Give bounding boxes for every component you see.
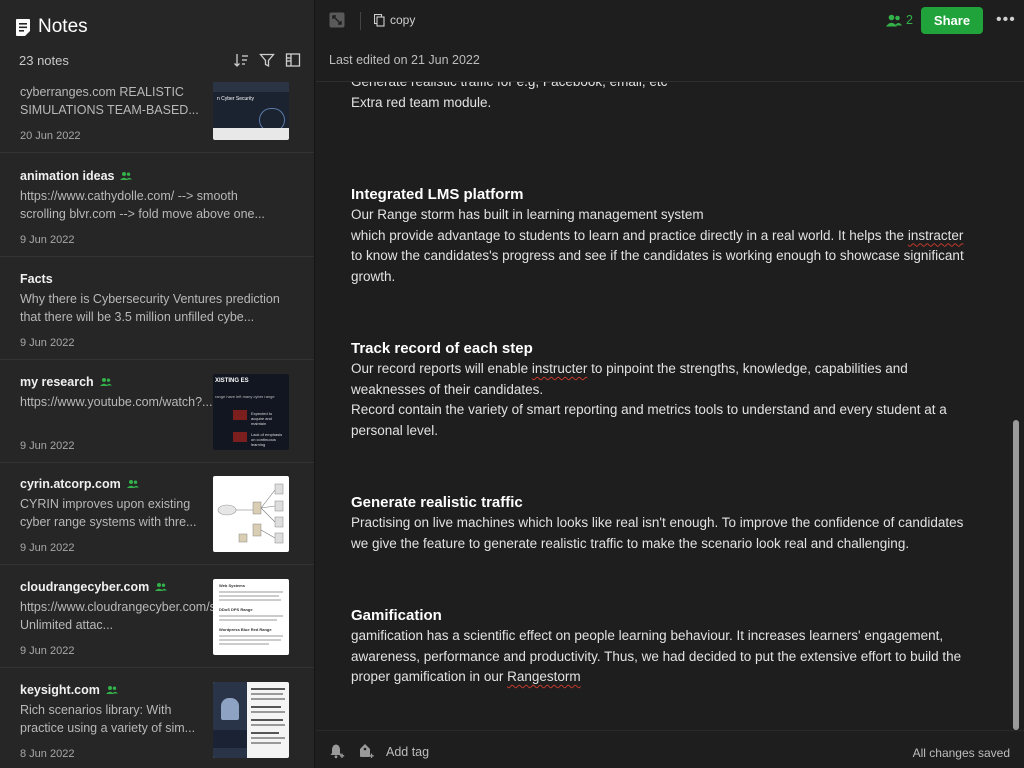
add-tag-button[interactable]: Add tag: [386, 745, 429, 759]
note-date: 9 Jun 2022: [20, 542, 75, 554]
note-title: animation ideas: [20, 169, 115, 183]
section-heading: Integrated LMS platform: [351, 186, 524, 203]
collaborators-button[interactable]: 2: [886, 13, 913, 27]
text-run: gamification has a scientific effect on …: [351, 628, 962, 684]
note-item[interactable]: cyrin.atcorp.com CYRIN improves upon exi…: [0, 462, 314, 565]
paragraph: Extra red team module.: [351, 94, 492, 110]
thumbnail-caption: n Cyber Security: [217, 96, 254, 102]
note-title: Facts: [20, 272, 53, 286]
sidebar-header: Notes 23 notes: [0, 0, 314, 82]
notes-count: 23 notes: [19, 53, 69, 68]
paragraph: Practising on live machines which looks …: [351, 515, 964, 551]
more-options-button[interactable]: •••: [996, 11, 1016, 29]
paragraph: Our record reports will enable instructe…: [351, 359, 976, 400]
misspelled-word: instructer: [531, 361, 588, 376]
shared-users-icon: [126, 480, 139, 488]
note-thumbnail: [213, 682, 289, 758]
sidebar-title: Notes: [38, 16, 88, 37]
note-thumbnail: XISTING ES range have left many cyber ra…: [213, 374, 289, 450]
sort-icon[interactable]: [233, 52, 249, 68]
notes-sidebar: cyberranges.com REALISTIC SIMULATIONS TE…: [0, 0, 315, 768]
editor-toolbar: copy 2 Share •••: [316, 0, 1024, 42]
tag-icon[interactable]: [358, 743, 374, 759]
paragraph: gamification has a scientific effect on …: [351, 626, 976, 688]
note-snippet: https://www.cathydolle.com/ --> smooth s…: [20, 189, 265, 221]
thumbnail-caption: Web Systems: [219, 583, 245, 588]
users-icon: [886, 14, 902, 26]
editor-scrollbar[interactable]: [1013, 420, 1019, 730]
note-snippet: Why there is Cybersecurity Ventures pred…: [20, 292, 280, 324]
paragraph: which provide advantage to students to l…: [351, 226, 976, 288]
note-item[interactable]: my research https://www.youtube.com/watc…: [0, 360, 314, 463]
expand-icon[interactable]: [329, 12, 345, 28]
note-date: 9 Jun 2022: [20, 645, 75, 657]
thumbnail-caption: range have left many cyber range: [215, 394, 275, 399]
note-snippet: Rich scenarios library: With practice us…: [20, 703, 196, 735]
note-editor: copy 2 Share ••• Last edited on 21 Jun 2…: [316, 0, 1024, 768]
thumbnail-caption: Wordpress Blue Red Range: [219, 627, 272, 632]
thumbnail-caption: Expected to acquire and maintain: [251, 411, 273, 426]
note-thumbnail: Web Systems DDoS DPS Range Wordpress Blu…: [213, 579, 289, 655]
note-title: cloudrangecyber.com: [20, 580, 150, 594]
network-diagram-image: [217, 483, 284, 544]
collaborators-count: 2: [906, 13, 913, 27]
reminder-icon[interactable]: [329, 743, 345, 759]
copy-icon: [374, 13, 385, 27]
note-icon: [16, 18, 30, 36]
paragraph: Our Range storm has built in learning ma…: [351, 207, 704, 222]
note-item[interactable]: Facts Why there is Cybersecurity Venture…: [0, 257, 314, 360]
share-button[interactable]: Share: [921, 7, 983, 34]
section-heading: Gamification: [351, 607, 442, 624]
note-snippet: cyberranges.com REALISTIC SIMULATIONS TE…: [20, 85, 199, 117]
note-snippet: https://www.cloudrangecyber.com/scenario…: [20, 600, 264, 632]
note-date: 9 Jun 2022: [20, 234, 75, 246]
text-run: to know the candidates's progress and se…: [351, 248, 964, 284]
misspelled-word: Rangestorm: [507, 669, 581, 684]
layout-icon[interactable]: [285, 52, 301, 68]
note-date: 9 Jun 2022: [20, 440, 75, 452]
text-run: Our record reports will enable: [351, 361, 532, 376]
shared-users-icon: [105, 686, 118, 694]
paragraph: Generate realistic traffic for e.g; Face…: [351, 82, 976, 93]
note-item[interactable]: animation ideas https://www.cathydolle.c…: [0, 154, 314, 257]
section-heading: Generate realistic traffic: [351, 494, 523, 511]
note-snippet: CYRIN improves upon existing cyber range…: [20, 497, 197, 529]
misspelled-word: instracter: [907, 227, 964, 243]
note-thumbnail: [213, 476, 289, 552]
last-edited: Last edited on 21 Jun 2022: [329, 53, 480, 67]
text-run: which provide advantage to students to l…: [351, 227, 908, 243]
note-item[interactable]: keysight.com Rich scenarios library: Wit…: [0, 668, 314, 768]
copy-label: copy: [390, 13, 416, 27]
shared-users-icon: [155, 583, 168, 591]
note-date: 9 Jun 2022: [20, 337, 75, 349]
thumbnail-caption: Lack of emphasis on continuous learning: [251, 432, 283, 447]
note-date: 20 Jun 2022: [20, 130, 81, 142]
thumbnail-caption: XISTING ES: [215, 378, 249, 384]
note-snippet: https://www.youtube.com/watch?...: [20, 395, 213, 409]
note-item[interactable]: cloudrangecyber.com https://www.cloudran…: [0, 565, 314, 668]
shared-users-icon: [99, 378, 112, 386]
editor-footer: Add tag All changes saved: [316, 730, 1024, 768]
filter-icon[interactable]: [259, 52, 275, 68]
copy-button[interactable]: copy: [374, 13, 415, 27]
save-status: All changes saved: [912, 746, 1010, 760]
thumbnail-caption: DDoS DPS Range: [219, 607, 253, 612]
note-content[interactable]: Generate realistic traffic for e.g; Face…: [316, 82, 1024, 730]
section-heading: Track record of each step: [351, 340, 533, 357]
note-date: 8 Jun 2022: [20, 748, 75, 760]
note-title: my research: [20, 375, 94, 389]
shared-users-icon: [120, 172, 133, 180]
note-title: keysight.com: [20, 683, 100, 697]
note-title: cyrin.atcorp.com: [20, 477, 121, 491]
paragraph: Record contain the variety of smart repo…: [351, 402, 947, 438]
